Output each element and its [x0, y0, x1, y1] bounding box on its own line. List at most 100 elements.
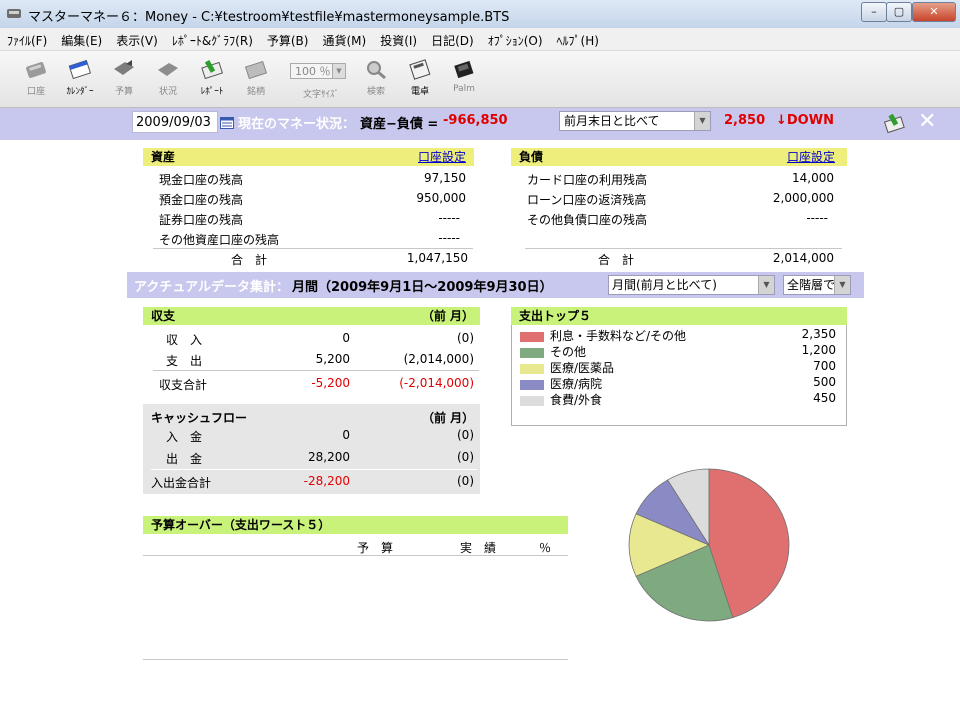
budget-icon — [114, 60, 134, 75]
top5-title: 支出トップ５ — [519, 309, 592, 323]
calendar-icon — [68, 59, 92, 80]
menu-budget[interactable]: 予算(B) — [260, 28, 316, 49]
menu-currency[interactable]: 通貨(M) — [315, 28, 373, 49]
assets-title: 資産 — [151, 150, 176, 164]
cashflow-row-prev: (0) — [457, 450, 474, 464]
money-status-label: 現在のマネー状況： — [238, 117, 356, 132]
liability-row-label: カード口座の利用残高 — [527, 173, 648, 187]
toolbar-calendar-button[interactable]: ｶﾚﾝﾀﾞｰ — [60, 55, 100, 97]
menu-help[interactable]: ﾍﾙﾌﾟ(H) — [550, 28, 606, 49]
font-size-label: 文字ｻｲｽﾞ — [302, 90, 339, 100]
diff-direction: ↓DOWN — [776, 113, 834, 128]
window-title: マスターマネー６：Money - C:¥testroom¥testfile¥ma… — [28, 10, 510, 25]
toolbar-palm-button[interactable]: Palm — [444, 55, 484, 94]
toolbar-stock-button[interactable]: 銘柄 — [236, 55, 276, 97]
menu-invest[interactable]: 投資(I) — [373, 28, 424, 49]
budget-col-percent: ％ — [539, 541, 552, 555]
expense-pie-chart — [628, 468, 790, 622]
menu-report[interactable]: ﾚﾎﾟｰﾄ&ｸﾞﾗﾌ(R) — [165, 28, 260, 49]
income-total-value: -5,200 — [311, 376, 350, 390]
menu-file[interactable]: ﾌｧｲﾙ(F) — [0, 28, 54, 49]
minimize-button[interactable]: – — [861, 2, 887, 22]
cashflow-row-label: 入 金 — [166, 430, 203, 444]
toolbar-search-button[interactable]: 検索 — [356, 55, 396, 97]
liability-row-label: その他負債口座の残高 — [527, 213, 648, 227]
top5-item-value: 1,200 — [801, 343, 836, 357]
actual-period: 月間（2009年9月1日〜2009年9月30日） — [292, 280, 553, 295]
asset-row-value: ----- — [438, 211, 460, 225]
menu-view[interactable]: 表示(V) — [109, 28, 165, 49]
liabilities-total-value: 2,014,000 — [772, 251, 834, 265]
date-input[interactable]: 2009/09/03 — [132, 111, 218, 133]
liabilities-header: 負債 口座設定 — [511, 148, 847, 166]
top5-item-label: 食費/外食 — [550, 393, 603, 407]
chevron-down-icon: ▼ — [694, 112, 710, 130]
legend-swatch — [520, 396, 544, 406]
asset-row-value: ----- — [438, 231, 460, 245]
status-icon — [158, 63, 178, 76]
report-icon — [201, 59, 224, 80]
asset-row-label: 預金口座の残高 — [159, 193, 244, 207]
font-size-select[interactable]: 100 ％ ▼ — [290, 63, 346, 79]
period-select[interactable]: 月間(前月と比べて) ▼ — [608, 275, 775, 295]
legend-swatch — [520, 348, 544, 358]
toolbar: 口座 ｶﾚﾝﾀﾞｰ 予算 状況 ﾚﾎﾟｰﾄ 銘柄 100 ％ ▼ 文字ｻｲｽﾞ 検… — [0, 51, 960, 108]
maximize-button[interactable]: ▢ — [886, 2, 912, 22]
top5-item-label: 医療/医薬品 — [550, 361, 615, 375]
menu-edit[interactable]: 編集(E) — [54, 28, 109, 49]
menu-diary[interactable]: 日記(D) — [424, 28, 481, 49]
top5-item-value: 500 — [813, 375, 836, 389]
income-title: 収支 — [151, 309, 176, 323]
budget-over-header: 予算オーバー（支出ワースト５） — [143, 516, 568, 534]
asset-row-value: 950,000 — [416, 191, 466, 205]
liabilities-account-settings-link[interactable]: 口座設定 — [787, 148, 835, 166]
toolbar-status-button[interactable]: 状況 — [148, 55, 188, 97]
income-total-label: 収支合計 — [159, 378, 208, 392]
compare-select[interactable]: 前月末日と比べて ▼ — [559, 111, 711, 131]
top5-header: 支出トップ５ — [511, 307, 847, 325]
asset-row-label: 現金口座の残高 — [159, 173, 244, 187]
close-window-button[interactable]: ✕ — [912, 2, 956, 22]
toolbar-budget-button[interactable]: 予算 — [104, 55, 144, 97]
close-panel-button[interactable]: ✕ — [918, 109, 936, 134]
chevron-down-icon: ▼ — [834, 276, 850, 294]
top5-list: 利息・手数料など/その他 2,350 その他 1,200 医療/医薬品 700 … — [511, 325, 847, 426]
asset-row-value: 97,150 — [424, 171, 466, 185]
palm-icon — [454, 60, 474, 79]
cashflow-prev-header: （前 月） — [422, 411, 475, 425]
report-small-icon[interactable] — [882, 112, 908, 134]
net-worth-value: -966,850 — [443, 113, 508, 128]
menu-options[interactable]: ｵﾌﾟｼｮﾝ(O) — [481, 28, 550, 49]
liability-row-label: ローン口座の返済残高 — [527, 193, 647, 207]
chevron-down-icon: ▼ — [332, 64, 345, 78]
income-header: 収支 （前 月） — [143, 307, 480, 325]
top5-item-value: 700 — [813, 359, 836, 373]
app-icon — [7, 9, 21, 18]
assets-account-settings-link[interactable]: 口座設定 — [418, 148, 466, 166]
liability-row-value: 14,000 — [792, 171, 834, 185]
cashflow-row-prev: (0) — [457, 428, 474, 442]
stock-icon — [244, 60, 268, 80]
title-bar: マスターマネー６：Money - C:¥testroom¥testfile¥ma… — [0, 0, 960, 29]
level-select[interactable]: 全階層で ▼ — [783, 275, 851, 295]
liabilities-total-label: 合 計 — [598, 253, 635, 267]
cashflow-total-value: -28,200 — [303, 474, 350, 488]
divider — [143, 555, 568, 556]
divider — [153, 370, 479, 371]
toolbar-account-button[interactable]: 口座 — [16, 55, 56, 97]
toolbar-report-button[interactable]: ﾚﾎﾟｰﾄ — [192, 55, 232, 97]
menu-bar: ﾌｧｲﾙ(F) 編集(E) 表示(V) ﾚﾎﾟｰﾄ&ｸﾞﾗﾌ(R) 予算(B) 通貨(M)… — [0, 28, 960, 51]
budget-col-budget: 予 算 — [357, 541, 394, 555]
calendar-small-icon[interactable] — [220, 117, 234, 129]
diff-value: 2,850 — [724, 113, 766, 128]
liability-row-value: ----- — [806, 211, 828, 225]
search-icon — [367, 61, 386, 80]
income-row-label: 収 入 — [166, 333, 203, 347]
toolbar-calculator-button[interactable]: 電卓 — [400, 55, 440, 97]
legend-swatch — [520, 332, 544, 342]
income-row-value: 0 — [342, 331, 350, 345]
income-row-label: 支 出 — [166, 354, 203, 368]
top5-item-value: 450 — [813, 391, 836, 405]
assets-total-value: 1,047,150 — [406, 251, 468, 265]
chevron-down-icon: ▼ — [758, 276, 774, 294]
